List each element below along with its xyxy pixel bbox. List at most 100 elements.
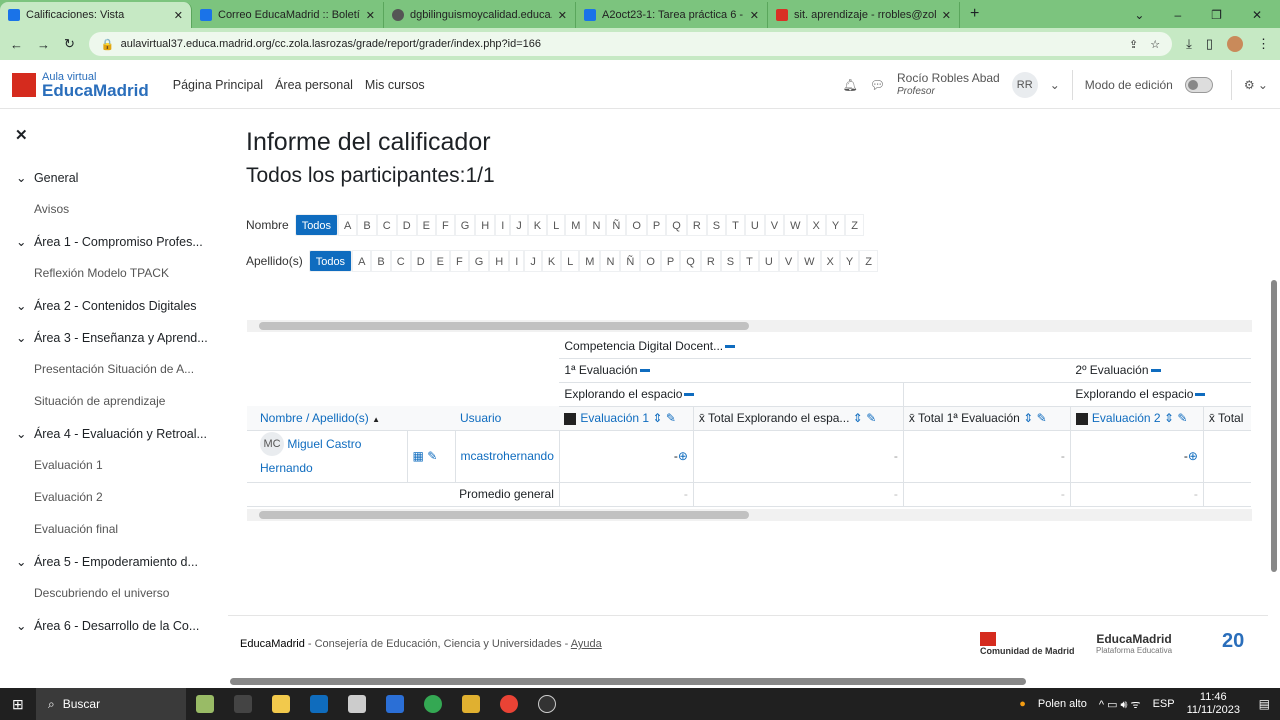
sort-icon[interactable]: ⇕: [1164, 411, 1174, 425]
eval2-header[interactable]: 2º Evaluación: [1075, 363, 1148, 377]
initial-letter[interactable]: I: [495, 214, 511, 236]
file-explorer-icon[interactable]: [272, 695, 290, 713]
educamadrid-footer-logo[interactable]: EducaMadrid Plataforma Educativa: [1096, 632, 1172, 655]
weather-widget[interactable]: Polen alto: [1038, 698, 1087, 710]
grader-bottom-scrollbar[interactable]: [247, 509, 1252, 521]
initial-letter[interactable]: U: [744, 214, 765, 236]
sort-asc-icon[interactable]: ▲: [372, 415, 380, 424]
sort-icon[interactable]: ⇕: [652, 411, 662, 425]
sidebar-section[interactable]: ⌄ Área 6 - Desarrollo de la Co...: [16, 618, 199, 633]
profile-avatar[interactable]: [1227, 36, 1243, 52]
close-tab-icon[interactable]: ✕: [942, 9, 951, 22]
sidebar-section[interactable]: ⌄ General: [16, 170, 78, 185]
windows-start-icon[interactable]: ⊞: [12, 696, 24, 713]
edit-pencil-icon[interactable]: ✎: [866, 411, 876, 425]
initial-all[interactable]: Todos: [294, 214, 339, 236]
initial-letter[interactable]: D: [396, 214, 417, 236]
initial-letter[interactable]: M: [579, 250, 601, 272]
books-app-icon[interactable]: [196, 695, 214, 713]
page-horizontal-scrollbar[interactable]: [230, 678, 1026, 685]
nav-personal-area[interactable]: Área personal: [275, 78, 353, 92]
task-view-icon[interactable]: [234, 695, 252, 713]
chevron-down-icon[interactable]: ⌄: [16, 299, 30, 313]
initial-letter[interactable]: J: [510, 214, 528, 236]
sidebar-section[interactable]: ⌄ Área 4 - Evaluación y Retroal...: [16, 426, 207, 441]
initial-letter[interactable]: E: [430, 250, 450, 272]
initial-letter[interactable]: B: [357, 214, 377, 236]
student-username-link[interactable]: mcastrohernando: [455, 430, 560, 483]
menu-icon[interactable]: ⋮: [1257, 36, 1270, 52]
nav-home[interactable]: Página Principal: [173, 78, 263, 92]
chevron-down-icon[interactable]: ⌄: [1050, 78, 1060, 92]
collapse-icon[interactable]: [684, 393, 695, 397]
edit-mode-toggle[interactable]: [1184, 77, 1213, 93]
initial-letter[interactable]: O: [640, 250, 661, 272]
close-tab-icon[interactable]: ✕: [366, 9, 375, 22]
initial-letter[interactable]: I: [509, 250, 525, 272]
chrome-icon[interactable]: [500, 695, 518, 713]
eval1-column-link[interactable]: Evaluación 1: [580, 411, 649, 425]
sidebar-section[interactable]: ⌄ Área 5 - Empoderamiento d...: [16, 554, 198, 569]
initial-letter[interactable]: C: [376, 214, 397, 236]
app-icon[interactable]: [462, 695, 480, 713]
browser-tab[interactable]: sit. aprendizaje - rrobles@zolas ✕: [768, 2, 960, 28]
initial-letter[interactable]: R: [700, 250, 721, 272]
sort-icon[interactable]: ⇕: [1023, 411, 1033, 425]
collapse-icon[interactable]: [1195, 393, 1206, 397]
initial-letter[interactable]: S: [720, 250, 741, 272]
reload-icon[interactable]: ↻: [64, 36, 75, 52]
bell-icon[interactable]: 🔔︎: [843, 78, 858, 92]
sidebar-item[interactable]: Presentación Situación de A...: [34, 362, 194, 376]
language-indicator[interactable]: ESP: [1153, 698, 1175, 710]
initial-letter[interactable]: F: [435, 214, 455, 236]
star-icon[interactable]: ☆: [1150, 38, 1160, 51]
comunidad-madrid-logo[interactable]: Comunidad de Madrid: [980, 632, 1075, 656]
chevron-down-icon[interactable]: ⌄: [16, 235, 30, 249]
eval2-column-link[interactable]: Evaluación 2: [1092, 411, 1161, 425]
initial-letter[interactable]: C: [390, 250, 411, 272]
initial-letter[interactable]: W: [784, 214, 807, 236]
initial-letter[interactable]: W: [798, 250, 821, 272]
share-icon[interactable]: ⇪: [1129, 38, 1138, 51]
zoom-analyze-icon[interactable]: ⊕: [678, 449, 688, 463]
user-name[interactable]: Rocío Robles Abad: [897, 72, 1000, 85]
edit-pencil-icon[interactable]: ✎: [1177, 411, 1187, 425]
sidebar-section[interactable]: ⌄ Área 1 - Compromiso Profes...: [16, 234, 203, 249]
close-tab-icon[interactable]: ✕: [750, 9, 759, 22]
download-icon[interactable]: ⤓: [1186, 36, 1192, 52]
back-icon[interactable]: ←: [10, 37, 23, 52]
settings-icon[interactable]: ⚙ ⌄: [1244, 78, 1268, 92]
chrome-icon[interactable]: [424, 695, 442, 713]
initial-letter[interactable]: O: [626, 214, 647, 236]
collapse-icon[interactable]: [1150, 369, 1161, 373]
initial-letter[interactable]: A: [338, 214, 358, 236]
chevron-down-icon[interactable]: ⌄: [16, 619, 30, 633]
grade-table-icon[interactable]: ▦: [413, 449, 424, 463]
initial-letter[interactable]: V: [764, 214, 785, 236]
forward-icon[interactable]: →: [37, 37, 50, 52]
initial-letter[interactable]: F: [450, 250, 469, 272]
tab-list-icon[interactable]: ⌄: [1134, 8, 1144, 22]
initial-letter[interactable]: X: [806, 214, 826, 236]
initial-letter[interactable]: H: [489, 250, 510, 272]
minimize-icon[interactable]: –: [1174, 8, 1181, 22]
app-icon[interactable]: [538, 695, 556, 713]
sort-name-link[interactable]: Nombre / Apellido(s): [260, 411, 369, 425]
app-icon[interactable]: [348, 695, 366, 713]
sidebar-item[interactable]: Avisos: [34, 202, 69, 216]
initial-letter[interactable]: P: [660, 250, 681, 272]
initial-letter[interactable]: L: [547, 214, 566, 236]
edit-pencil-icon[interactable]: ✎: [1037, 411, 1047, 425]
tray-icons[interactable]: ^ ▭ 🔊︎ ᯤ: [1099, 697, 1141, 712]
chevron-down-icon[interactable]: ⌄: [16, 427, 30, 441]
initial-letter[interactable]: Q: [666, 214, 687, 236]
initial-letter[interactable]: Z: [845, 214, 864, 236]
initial-letter[interactable]: N: [600, 250, 621, 272]
initial-letter[interactable]: Q: [680, 250, 701, 272]
chat-icon[interactable]: 💬︎: [870, 78, 885, 92]
page-vertical-scrollbar[interactable]: [1271, 280, 1277, 572]
taskbar-search[interactable]: ⌕ Buscar: [36, 688, 186, 720]
close-tab-icon[interactable]: ✕: [558, 9, 567, 22]
initial-letter[interactable]: L: [561, 250, 580, 272]
initial-letter[interactable]: S: [706, 214, 727, 236]
